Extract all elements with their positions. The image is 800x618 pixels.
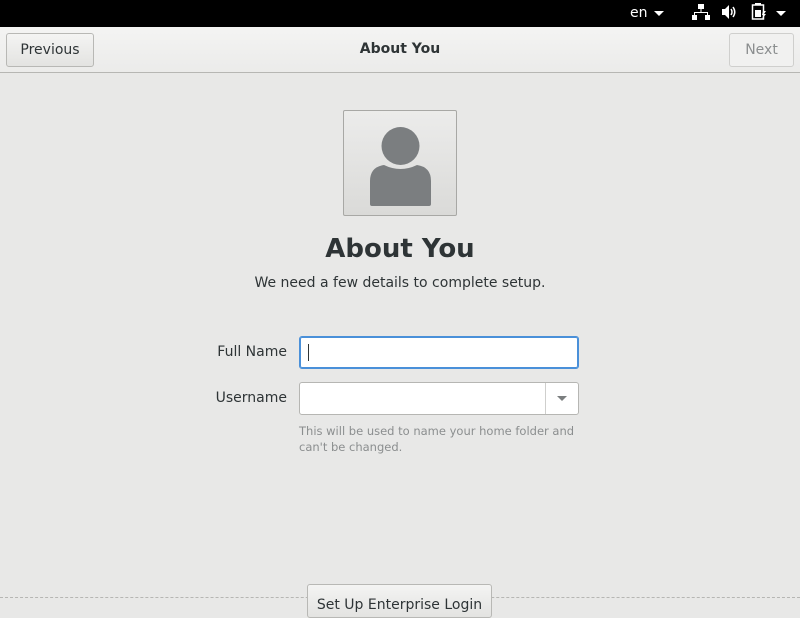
text-cursor: [308, 344, 309, 361]
system-top-bar: en: [0, 0, 800, 27]
full-name-label: Full Name: [217, 344, 287, 360]
username-dropdown-button[interactable]: [545, 383, 578, 414]
avatar-button[interactable]: [343, 110, 457, 216]
network-icon: [692, 3, 710, 24]
main-title: About You: [325, 234, 475, 264]
volume-icon: [721, 4, 737, 24]
enterprise-login-label: Set Up Enterprise Login: [316, 596, 483, 613]
enterprise-login-button[interactable]: Set Up Enterprise Login: [307, 584, 492, 618]
battery-icon: [751, 3, 767, 24]
system-tray[interactable]: [692, 3, 786, 24]
username-combo-input[interactable]: [299, 382, 579, 415]
user-avatar-icon: [370, 127, 431, 206]
chevron-down-icon: [653, 10, 664, 16]
chevron-down-icon: [776, 11, 786, 16]
chevron-down-icon: [557, 396, 567, 401]
username-hint: This will be used to name your home fold…: [299, 424, 575, 454]
full-name-input[interactable]: [299, 336, 579, 369]
main-subtitle: We need a few details to complete setup.: [254, 275, 546, 291]
username-label: Username: [215, 390, 287, 406]
page-title: About You: [359, 41, 441, 57]
language-menu[interactable]: en: [630, 5, 664, 21]
language-label: en: [630, 5, 648, 21]
next-button[interactable]: Next: [729, 33, 794, 67]
next-button-label: Next: [745, 42, 778, 58]
header-bar: Previous About You Next: [0, 27, 800, 73]
